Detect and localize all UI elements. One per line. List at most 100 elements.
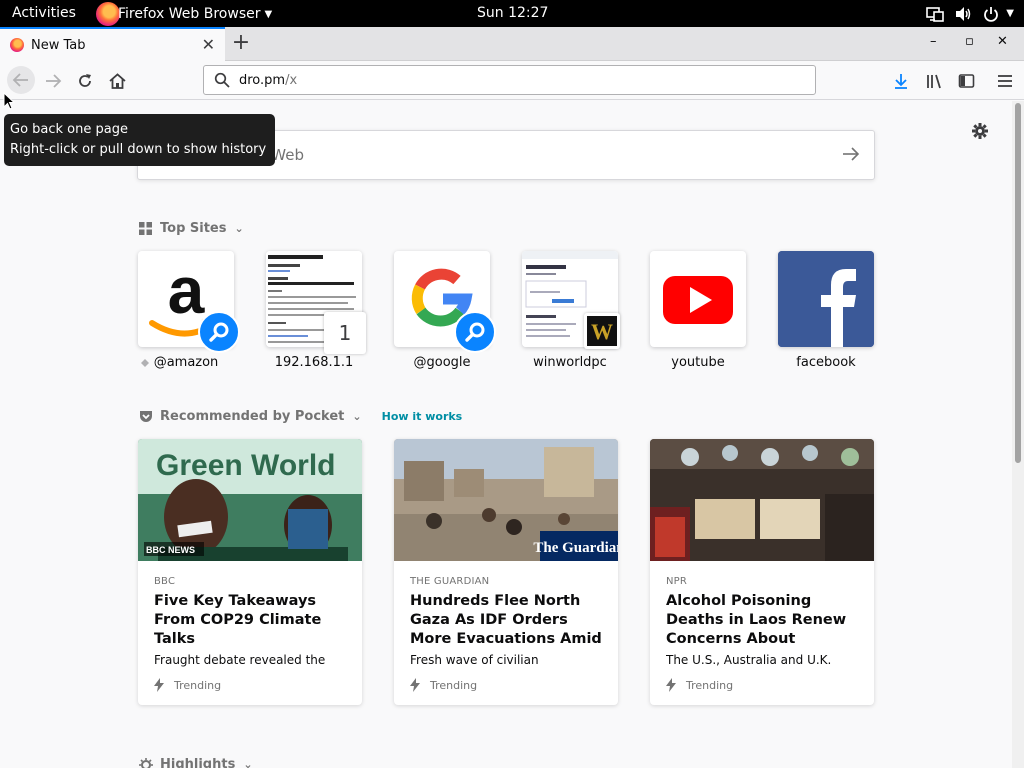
library-icon — [926, 74, 941, 89]
search-go-arrow-icon[interactable] — [842, 146, 860, 166]
story-excerpt: Fraught debate revealed the — [154, 653, 326, 667]
settings-gear-icon[interactable] — [971, 122, 989, 144]
search-shortcut-badge-icon — [198, 311, 240, 353]
trending-bolt-icon — [154, 678, 164, 692]
maximize-button[interactable]: ▫ — [965, 34, 974, 49]
tab-new-tab[interactable]: New Tab ✕ — [0, 27, 225, 61]
url-host: dro.pm — [239, 72, 286, 88]
pocket-header[interactable]: Recommended by Pocket ⌄ How it works — [139, 409, 462, 424]
guardian-watermark: The Guardian — [533, 540, 618, 556]
bbc-news-watermark: BBC NEWS — [146, 545, 195, 555]
top-site-tile-facebook[interactable] — [778, 251, 874, 347]
story-context: Trending — [154, 678, 221, 692]
story-context: Trending — [410, 678, 477, 692]
story-headline: Hundreds Flee North Gaza As IDF Orders M… — [410, 593, 602, 647]
scrollbar-thumb[interactable] — [1015, 103, 1021, 463]
close-tab-icon[interactable]: ✕ — [202, 35, 215, 54]
chevron-down-icon: ▼ — [1006, 8, 1014, 19]
facebook-logo-icon — [778, 251, 874, 347]
url-path: /x — [285, 72, 298, 88]
page-scrollbar[interactable] — [1012, 101, 1024, 768]
winworld-favicon-icon: W — [584, 313, 620, 349]
download-icon — [895, 74, 907, 89]
gnome-top-bar: Activities Firefox Web Browser ▼ Sun 12:… — [0, 0, 1024, 27]
story-context-label: Trending — [686, 678, 734, 692]
firefox-logo-icon — [96, 1, 120, 26]
back-icon — [12, 73, 28, 87]
top-site-label: @google — [413, 355, 471, 370]
tooltip-line-2: Right-click or pull down to show history — [10, 142, 267, 157]
mouse-cursor-icon — [3, 92, 15, 110]
activities-button[interactable]: Activities — [12, 5, 76, 21]
close-window-button[interactable]: ✕ — [997, 34, 1008, 49]
tab-strip: New Tab ✕ + – ▫ ✕ — [0, 27, 1024, 61]
pocket-story-card[interactable]: The Guardian THE GUARDIAN Hundreds Flee … — [394, 439, 618, 705]
site-fallback-badge: 1 — [324, 312, 366, 354]
network-icon — [926, 6, 945, 22]
story-context: Trending — [666, 678, 733, 692]
back-button[interactable] — [7, 66, 35, 94]
app-menu[interactable]: Firefox Web Browser ▼ — [96, 0, 272, 27]
url-text[interactable]: dro.pm/x — [239, 73, 297, 88]
svg-text:W: W — [591, 319, 613, 344]
new-tab-button[interactable]: + — [230, 30, 252, 56]
tab-title: New Tab — [31, 37, 86, 53]
youtube-logo-icon — [663, 276, 733, 324]
url-bar[interactable]: dro.pm/x — [203, 65, 816, 95]
story-image — [650, 439, 874, 561]
highlights-icon — [139, 757, 153, 768]
story-excerpt: The U.S., Australia and U.K. — [666, 653, 832, 667]
story-headline: Alcohol Poisoning Deaths in Laos Renew C… — [666, 593, 847, 647]
story-image: The Guardian — [394, 439, 618, 561]
power-icon — [984, 6, 999, 22]
top-sites-header[interactable]: Top Sites ⌄ — [139, 221, 244, 236]
navigation-toolbar: dro.pm/x — [0, 61, 1024, 100]
story-excerpt: Fresh wave of civilian — [410, 653, 539, 667]
pocket-story-card[interactable]: NPR Alcohol Poisoning Deaths in Laos Ren… — [650, 439, 874, 705]
chevron-down-icon: ▼ — [264, 9, 273, 20]
menu-icon — [998, 75, 1012, 87]
chevron-down-icon: ⌄ — [352, 410, 362, 423]
story-image: Green World BBC NEWS — [138, 439, 362, 561]
search-shortcut-badge-icon — [454, 311, 496, 353]
new-tab-page: Web Top Sites ⌄ a @amazon 1 192.168.1.1 … — [0, 101, 1012, 768]
library-button[interactable] — [921, 68, 947, 94]
top-site-label: winworldpc — [533, 355, 607, 370]
top-site-label: facebook — [796, 355, 856, 370]
clock[interactable]: Sun 12:27 — [477, 5, 548, 21]
reload-button[interactable] — [72, 68, 98, 94]
search-icon — [214, 72, 230, 88]
how-it-works-link[interactable]: How it works — [382, 410, 463, 423]
forward-button[interactable] — [40, 68, 66, 94]
pocket-icon — [140, 411, 152, 422]
story-headline: Five Key Takeaways From COP29 Climate Ta… — [154, 593, 322, 647]
chevron-down-icon: ⌄ — [234, 222, 244, 235]
system-tray[interactable]: ▼ — [926, 0, 1014, 27]
forward-icon — [46, 74, 62, 88]
story-source: BBC — [154, 576, 176, 587]
sidebar-button[interactable] — [953, 68, 979, 94]
pocket-title: Recommended by Pocket — [160, 409, 345, 424]
story-context-label: Trending — [430, 678, 478, 692]
image-text: Green World — [156, 449, 335, 482]
home-button[interactable] — [104, 68, 130, 94]
back-button-tooltip: Go back one page Right-click or pull dow… — [4, 114, 275, 166]
minimize-button[interactable]: – — [930, 34, 937, 49]
highlights-header[interactable]: Highlights ⌄ — [139, 757, 253, 768]
firefox-favicon-icon — [10, 38, 24, 52]
reload-icon — [79, 74, 91, 87]
pocket-story-card[interactable]: Green World BBC NEWS BBC Five Key Takeaw… — [138, 439, 362, 705]
home-icon — [108, 73, 126, 89]
svg-text:a: a — [168, 253, 206, 327]
trending-bolt-icon — [410, 678, 420, 692]
top-site-label: youtube — [671, 355, 725, 370]
highlights-title: Highlights — [160, 757, 236, 768]
volume-icon — [956, 6, 971, 21]
sidebar-icon — [958, 74, 974, 88]
top-site-tile-youtube[interactable] — [650, 251, 746, 347]
story-context-label: Trending — [174, 678, 222, 692]
menu-button[interactable] — [992, 68, 1018, 94]
downloads-button[interactable] — [888, 68, 914, 94]
top-site-label: @amazon — [153, 355, 219, 370]
tooltip-line-1: Go back one page — [10, 122, 128, 137]
